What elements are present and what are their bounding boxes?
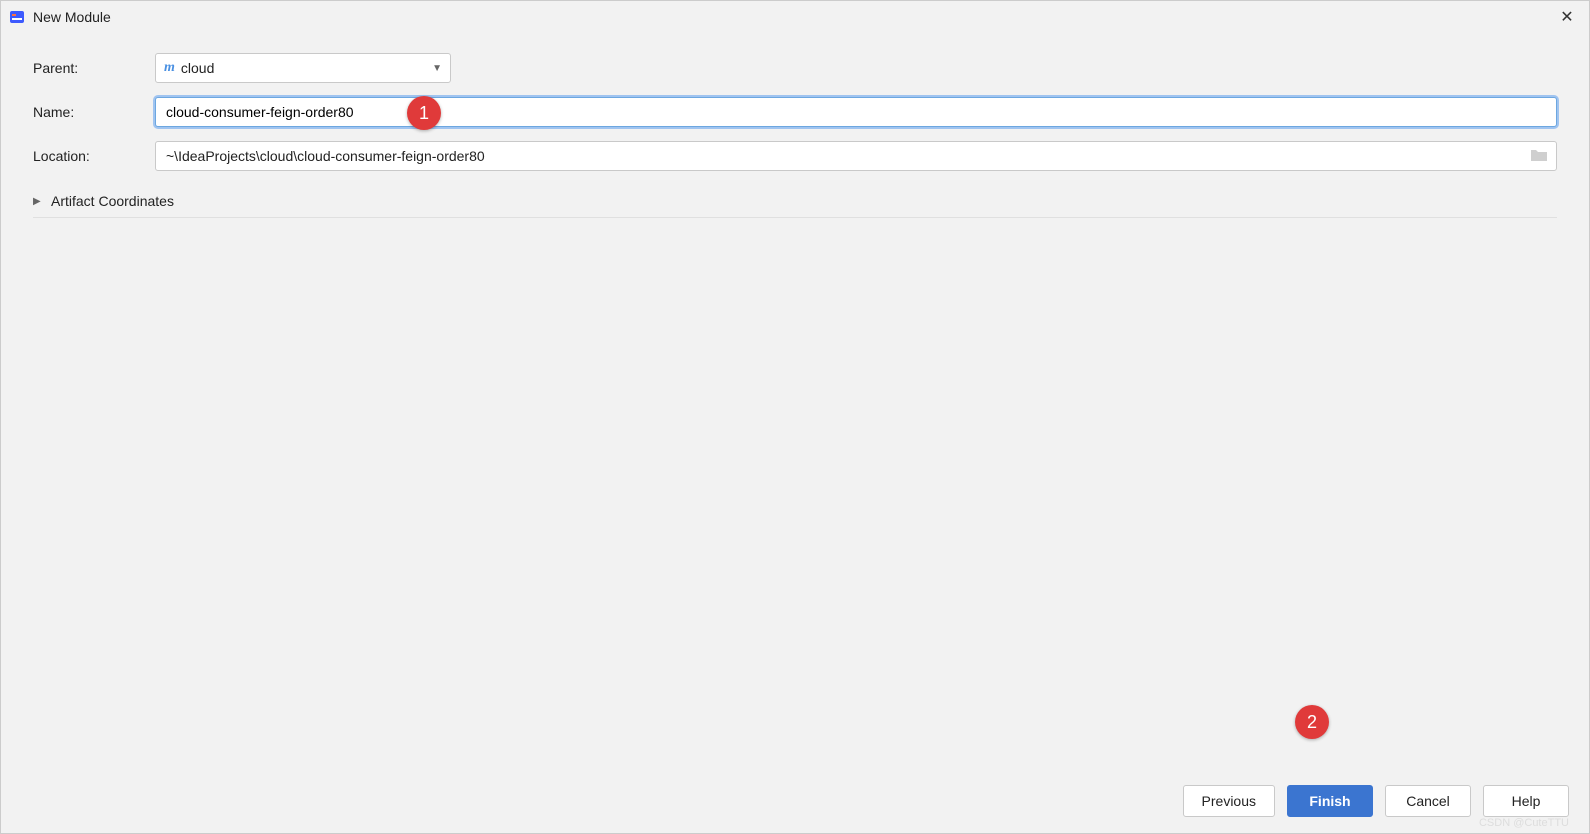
cancel-button[interactable]: Cancel (1385, 785, 1471, 817)
button-bar: Previous Finish Cancel Help (1183, 785, 1569, 817)
folder-icon[interactable] (1530, 148, 1548, 164)
parent-label: Parent: (33, 60, 155, 76)
previous-button[interactable]: Previous (1183, 785, 1275, 817)
name-row: Name: (33, 97, 1557, 127)
titlebar: New Module ✕ (1, 1, 1589, 33)
parent-row: Parent: m cloud ▼ (33, 53, 1557, 83)
parent-select[interactable]: m cloud ▼ (155, 53, 451, 83)
artifact-coordinates-toggle[interactable]: ▶ Artifact Coordinates (33, 185, 1557, 218)
name-input-wrapper (155, 97, 1557, 127)
location-value: ~\IdeaProjects\cloud\cloud-consumer-feig… (166, 148, 1530, 164)
name-label: Name: (33, 104, 155, 120)
name-input[interactable] (155, 97, 1557, 127)
window-title: New Module (33, 9, 111, 25)
finish-button[interactable]: Finish (1287, 785, 1373, 817)
artifact-label: Artifact Coordinates (51, 193, 174, 209)
app-icon (9, 9, 25, 25)
location-field[interactable]: ~\IdeaProjects\cloud\cloud-consumer-feig… (155, 141, 1557, 171)
annotation-callout-2: 2 (1295, 705, 1329, 739)
chevron-down-icon: ▼ (432, 63, 442, 74)
close-icon[interactable]: ✕ (1555, 7, 1579, 27)
chevron-right-icon: ▶ (33, 196, 45, 207)
parent-value: cloud (181, 60, 214, 76)
location-label: Location: (33, 148, 155, 164)
titlebar-left: New Module (9, 9, 111, 25)
content-area: Parent: m cloud ▼ Name: Location: ~\Idea… (1, 33, 1589, 218)
parent-select-value-wrap: m cloud (164, 60, 214, 76)
location-row: Location: ~\IdeaProjects\cloud\cloud-con… (33, 141, 1557, 171)
annotation-callout-1: 1 (407, 96, 441, 130)
maven-icon: m (164, 60, 175, 76)
help-button[interactable]: Help (1483, 785, 1569, 817)
watermark: CSDN @CuteTTU (1479, 817, 1569, 829)
